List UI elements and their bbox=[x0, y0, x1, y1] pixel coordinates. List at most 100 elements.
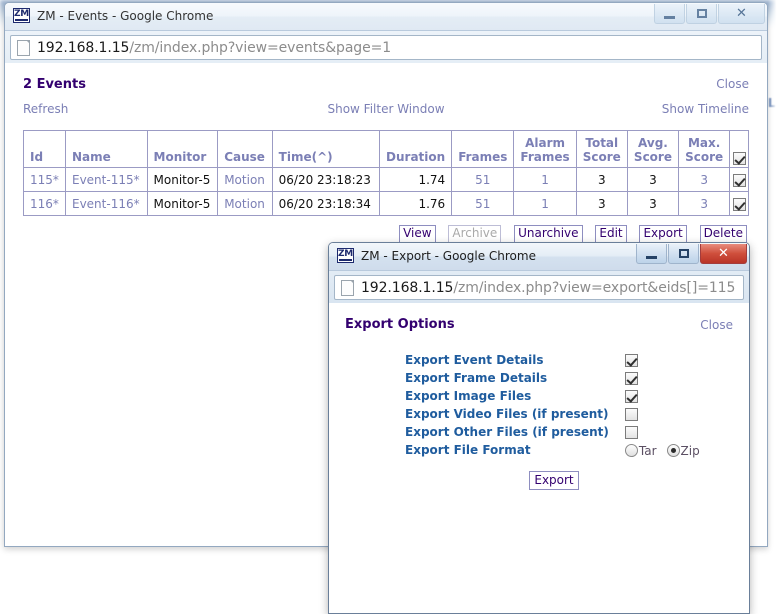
export-button[interactable]: Export bbox=[639, 225, 687, 243]
export-video-files-label: Export Video Files (if present) bbox=[405, 407, 609, 421]
right-edge-fade bbox=[768, 0, 782, 595]
maximize-button[interactable] bbox=[686, 4, 717, 24]
column-header-id[interactable]: Id bbox=[23, 130, 66, 168]
export-frame-details-checkbox[interactable] bbox=[624, 372, 638, 385]
export-options-table: Export Event Details Export Frame Detail… bbox=[405, 351, 710, 460]
maximize-icon bbox=[669, 244, 698, 263]
view-button[interactable]: View bbox=[399, 225, 436, 243]
cell-frames[interactable]: 51 bbox=[451, 191, 515, 216]
format-zip-label[interactable]: Zip bbox=[681, 444, 700, 458]
export-image-files-checkbox[interactable] bbox=[624, 390, 638, 403]
maximize-button[interactable] bbox=[668, 244, 699, 264]
export-file-format-label: Export File Format bbox=[405, 443, 531, 458]
row-select-checkbox[interactable] bbox=[732, 173, 746, 187]
close-button[interactable]: ✕ bbox=[700, 244, 747, 264]
export-url-path: /zm/index.php?view=export&eids[]=115 bbox=[453, 279, 736, 296]
column-header-avg-score-line2: Score bbox=[633, 150, 672, 164]
column-header-frames[interactable]: Frames bbox=[451, 130, 515, 168]
events-table-header-row: Id Name Monitor Cause Time(^) Duration F… bbox=[23, 130, 749, 168]
export-event-details-checkbox[interactable] bbox=[624, 354, 638, 367]
column-header-duration[interactable]: Duration bbox=[379, 130, 453, 168]
cell-frames[interactable]: 51 bbox=[451, 167, 515, 192]
export-file-format-control[interactable]: Tar Zip bbox=[623, 441, 710, 460]
archive-button: Archive bbox=[448, 225, 502, 243]
main-window-controls[interactable]: ✕ bbox=[653, 4, 765, 24]
export-page-title: Export Options bbox=[345, 317, 455, 332]
column-header-cause[interactable]: Cause bbox=[217, 130, 273, 168]
export-other-files-checkbox[interactable] bbox=[624, 426, 638, 439]
column-header-total-score-line2: Score bbox=[582, 150, 621, 164]
cell-monitor: Monitor-5 bbox=[146, 191, 219, 216]
minimize-button[interactable] bbox=[654, 4, 685, 24]
show-timeline-link[interactable]: Show Timeline bbox=[662, 102, 749, 116]
close-view-link[interactable]: Close bbox=[716, 77, 749, 91]
minimize-icon bbox=[655, 4, 684, 23]
export-video-files-checkbox[interactable] bbox=[624, 408, 638, 421]
column-header-select-all[interactable] bbox=[729, 130, 749, 168]
format-tar-radio[interactable] bbox=[624, 444, 638, 457]
cell-id[interactable]: 116* bbox=[23, 191, 66, 216]
export-submit-button[interactable]: Export bbox=[529, 470, 579, 490]
export-address-bar[interactable]: 192.168.1.15/zm/index.php?view=export&ei… bbox=[334, 275, 744, 300]
main-window-titlebar[interactable]: ZM ZM - Events - Google Chrome ✕ bbox=[5, 3, 767, 31]
column-header-max-score[interactable]: Max. Score bbox=[678, 130, 731, 168]
format-tar-label[interactable]: Tar bbox=[639, 444, 657, 458]
minimize-icon bbox=[637, 244, 666, 263]
main-url-text: 192.168.1.15/zm/index.php?view=events&pa… bbox=[37, 40, 391, 56]
export-url-text: 192.168.1.15/zm/index.php?view=export&ei… bbox=[361, 280, 735, 296]
column-header-monitor[interactable]: Monitor bbox=[146, 130, 219, 168]
close-button[interactable]: ✕ bbox=[718, 4, 765, 24]
cell-select[interactable] bbox=[729, 167, 749, 192]
close-icon: ✕ bbox=[736, 6, 747, 21]
events-action-buttons: View Archive Unarchive Edit Export Delet… bbox=[23, 225, 749, 243]
export-frame-details-control[interactable] bbox=[623, 369, 710, 387]
export-window-titlebar[interactable]: ZM ZM - Export - Google Chrome ✕ bbox=[329, 243, 749, 271]
export-close-link[interactable]: Close bbox=[700, 318, 733, 332]
cell-max-score[interactable]: 3 bbox=[678, 191, 731, 216]
export-option-row: Export Other Files (if present) bbox=[405, 423, 710, 441]
table-row[interactable]: 115* Event-115* Monitor-5 Motion 06/20 2… bbox=[23, 167, 749, 192]
delete-button[interactable]: Delete bbox=[699, 225, 747, 243]
zm-events-view: 2 Events Close Refresh Show Filter Windo… bbox=[5, 63, 767, 243]
column-header-total-score-line1: Total bbox=[585, 136, 619, 150]
cell-avg-score: 3 bbox=[626, 167, 680, 192]
export-event-details-control[interactable] bbox=[623, 351, 710, 369]
zoneminder-logo-icon: ZM bbox=[13, 8, 30, 23]
unarchive-button[interactable]: Unarchive bbox=[514, 225, 583, 243]
cell-name[interactable]: Event-116* bbox=[64, 191, 148, 216]
cell-cause: Motion bbox=[217, 191, 273, 216]
cell-max-score[interactable]: 3 bbox=[678, 167, 731, 192]
main-url-host: 192.168.1.15 bbox=[37, 39, 130, 56]
select-all-checkbox[interactable] bbox=[732, 152, 746, 165]
cell-monitor: Monitor-5 bbox=[146, 167, 219, 192]
table-row[interactable]: 116* Event-116* Monitor-5 Motion 06/20 2… bbox=[23, 191, 749, 216]
cell-duration: 1.74 bbox=[379, 167, 453, 192]
column-header-alarm-frames[interactable]: Alarm Frames bbox=[513, 130, 577, 168]
edit-button[interactable]: Edit bbox=[595, 225, 627, 243]
show-filter-window-link[interactable]: Show Filter Window bbox=[327, 102, 444, 116]
zm-control-links: Refresh Show Filter Window Show Timeline bbox=[23, 102, 749, 124]
cell-id[interactable]: 115* bbox=[23, 167, 66, 192]
export-other-files-control[interactable] bbox=[623, 423, 710, 441]
cell-time: 06/20 23:18:34 bbox=[271, 191, 381, 216]
row-select-checkbox[interactable] bbox=[732, 197, 746, 211]
column-header-time[interactable]: Time(^) bbox=[271, 130, 381, 168]
export-page-content: Export Options Close Export Event Detail… bbox=[329, 303, 749, 613]
cell-alarm-frames[interactable]: 1 bbox=[513, 191, 577, 216]
cell-name[interactable]: Event-115* bbox=[64, 167, 148, 192]
export-video-files-control[interactable] bbox=[623, 405, 710, 423]
column-header-total-score[interactable]: Total Score bbox=[575, 130, 628, 168]
export-window-controls[interactable]: ✕ bbox=[635, 244, 747, 264]
format-zip-radio[interactable] bbox=[666, 444, 680, 457]
minimize-button[interactable] bbox=[636, 244, 667, 264]
column-header-name[interactable]: Name bbox=[64, 130, 148, 168]
main-address-bar[interactable]: 192.168.1.15/zm/index.php?view=events&pa… bbox=[10, 35, 762, 60]
cell-select[interactable] bbox=[729, 191, 749, 216]
export-browser-window[interactable]: ZM ZM - Export - Google Chrome ✕ 192.168… bbox=[328, 242, 750, 614]
export-image-files-control[interactable] bbox=[623, 387, 710, 405]
cell-cause: Motion bbox=[217, 167, 273, 192]
cell-alarm-frames[interactable]: 1 bbox=[513, 167, 577, 192]
column-header-avg-score[interactable]: Avg. Score bbox=[626, 130, 680, 168]
page-document-icon bbox=[17, 39, 30, 56]
page-document-icon bbox=[341, 279, 354, 296]
